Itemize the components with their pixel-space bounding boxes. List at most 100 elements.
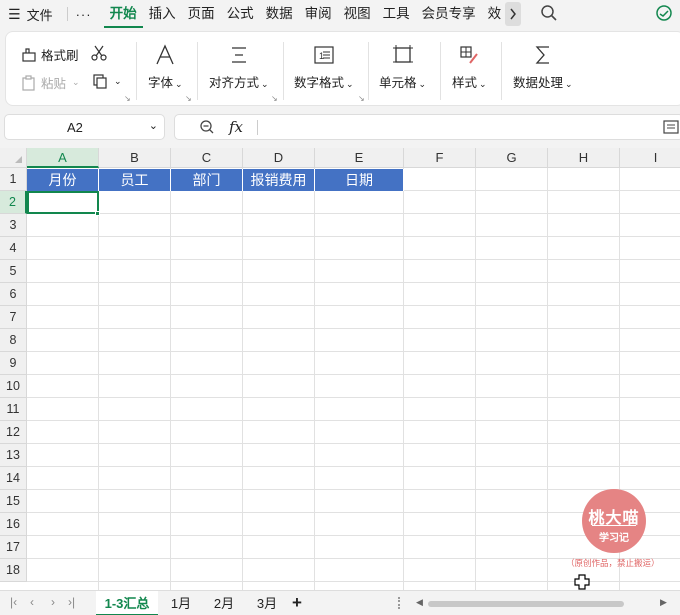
- font-button[interactable]: 字体 ⌄: [148, 44, 183, 91]
- sheet-tab-jan[interactable]: 1月: [163, 591, 199, 615]
- ribbon-divider: [368, 42, 369, 100]
- tab-resize-handle[interactable]: [398, 597, 400, 609]
- header-cell-d1[interactable]: 报销费用: [243, 169, 315, 191]
- style-icon: [460, 46, 479, 64]
- insert-function-button[interactable]: fx: [229, 118, 243, 136]
- number-format-button[interactable]: 1 数字格式 ⌄: [294, 44, 354, 91]
- column-header-i[interactable]: I: [620, 148, 680, 168]
- row-header-16[interactable]: 16: [0, 513, 27, 536]
- tab-insert[interactable]: 插入: [143, 0, 182, 28]
- selected-cell-a2[interactable]: [27, 191, 99, 214]
- row-header-17[interactable]: 17: [0, 536, 27, 559]
- row-header-1[interactable]: 1: [0, 168, 27, 191]
- cell-label: 单元格: [379, 76, 417, 90]
- cloud-sync-button[interactable]: [654, 4, 674, 25]
- row-header-18[interactable]: 18: [0, 559, 27, 582]
- chevron-down-icon: ⌄: [72, 77, 80, 87]
- font-label: 字体: [148, 76, 174, 90]
- paste-button[interactable]: 粘贴 ⌄: [21, 73, 80, 92]
- row-header-4[interactable]: 4: [0, 237, 27, 260]
- spreadsheet-grid[interactable]: ABCDEFGHI 1 2 3 4 5 6 7 8 9 10 11 12 13 14 15 16 17 18 月份…: [0, 148, 680, 590]
- font-dialog-launcher-icon[interactable]: ↘: [185, 94, 192, 103]
- column-header-d[interactable]: D: [243, 148, 315, 168]
- column-header-f[interactable]: F: [404, 148, 476, 168]
- column-header-e[interactable]: E: [315, 148, 404, 168]
- grid-row-line: [27, 305, 680, 306]
- sheet-tab-feb[interactable]: 2月: [206, 591, 242, 615]
- cell-icon: [392, 45, 413, 63]
- column-header-g[interactable]: G: [476, 148, 548, 168]
- header-cell-e1[interactable]: 日期: [315, 169, 404, 191]
- fill-handle[interactable]: [95, 211, 100, 216]
- copy-icon: [93, 74, 107, 89]
- align-button[interactable]: 对齐方式 ⌄: [209, 44, 269, 91]
- formula-bar[interactable]: fx: [174, 114, 680, 140]
- copy-button[interactable]: ⌄: [92, 73, 122, 89]
- column-header-b[interactable]: B: [99, 148, 171, 168]
- tab-data[interactable]: 数据: [260, 0, 299, 28]
- row-header-3[interactable]: 3: [0, 214, 27, 237]
- cut-button[interactable]: [90, 44, 108, 62]
- column-header-h[interactable]: H: [548, 148, 620, 168]
- expand-formula-button[interactable]: [663, 119, 679, 138]
- grid-row-line: [27, 489, 680, 490]
- scroll-left-button[interactable]: ◀: [416, 597, 423, 608]
- next-sheet-button[interactable]: ›: [51, 595, 55, 609]
- menu-scroll-right-button[interactable]: [505, 2, 522, 26]
- row-header-12[interactable]: 12: [0, 421, 27, 444]
- grid-column-line: [242, 168, 243, 590]
- row-header-14[interactable]: 14: [0, 467, 27, 490]
- tab-formula[interactable]: 公式: [221, 0, 260, 28]
- chevron-down-icon: ⌄: [114, 75, 122, 86]
- add-sheet-button[interactable]: +: [292, 593, 302, 613]
- tab-member[interactable]: 会员专享: [416, 0, 482, 28]
- more-menu-button[interactable]: ···: [76, 7, 92, 22]
- header-cell-c1[interactable]: 部门: [171, 169, 243, 191]
- row-header-10[interactable]: 10: [0, 375, 27, 398]
- row-header-6[interactable]: 6: [0, 283, 27, 306]
- tab-tools[interactable]: 工具: [377, 0, 416, 28]
- chevron-down-icon: ⌄: [175, 79, 183, 89]
- search-button[interactable]: [540, 4, 558, 25]
- select-all-corner[interactable]: [0, 148, 27, 168]
- row-header-11[interactable]: 11: [0, 398, 27, 421]
- chevron-down-icon[interactable]: ⌄: [149, 119, 158, 132]
- last-sheet-button[interactable]: ›|: [68, 595, 75, 609]
- clipboard-dialog-launcher-icon[interactable]: ↘: [124, 94, 131, 103]
- sheet-tab-mar[interactable]: 3月: [249, 591, 285, 615]
- grid-row-line: [27, 443, 680, 444]
- scroll-right-button[interactable]: ▶: [660, 597, 667, 608]
- tab-page[interactable]: 页面: [182, 0, 221, 28]
- cell-button[interactable]: 单元格 ⌄: [379, 44, 426, 91]
- sheet-tab-summary[interactable]: 1-3汇总: [96, 591, 158, 615]
- column-header-a[interactable]: A: [27, 148, 99, 168]
- row-header-13[interactable]: 13: [0, 444, 27, 467]
- row-header-7[interactable]: 7: [0, 306, 27, 329]
- file-menu[interactable]: ☰ 文件: [0, 5, 53, 24]
- row-header-5[interactable]: 5: [0, 260, 27, 283]
- tab-efficiency[interactable]: 效: [482, 0, 504, 28]
- format-painter-button[interactable]: 格式刷: [21, 45, 79, 64]
- grid-column-line: [170, 168, 171, 590]
- prev-sheet-button[interactable]: ‹: [30, 595, 34, 609]
- header-cell-a1[interactable]: 月份: [27, 169, 99, 191]
- horizontal-scrollbar[interactable]: [428, 601, 624, 607]
- header-cell-b1[interactable]: 员工: [99, 169, 171, 191]
- tab-review[interactable]: 审阅: [299, 0, 338, 28]
- data-process-button[interactable]: 数据处理 ⌄: [513, 44, 573, 91]
- ribbon-divider: [501, 42, 502, 100]
- style-button[interactable]: 样式 ⌄: [452, 44, 487, 91]
- row-header-2[interactable]: 2: [0, 191, 27, 214]
- number-dialog-launcher-icon[interactable]: ↘: [358, 94, 365, 103]
- tab-view[interactable]: 视图: [338, 0, 377, 28]
- tab-home[interactable]: 开始: [103, 0, 143, 28]
- zoom-out-button[interactable]: [199, 119, 215, 138]
- first-sheet-button[interactable]: |‹: [10, 595, 17, 609]
- row-header-15[interactable]: 15: [0, 490, 27, 513]
- column-header-c[interactable]: C: [171, 148, 243, 168]
- chevron-down-icon: ⌄: [346, 79, 354, 89]
- align-dialog-launcher-icon[interactable]: ↘: [271, 94, 278, 103]
- row-header-9[interactable]: 9: [0, 352, 27, 375]
- name-box[interactable]: A2 ⌄: [4, 114, 165, 140]
- row-header-8[interactable]: 8: [0, 329, 27, 352]
